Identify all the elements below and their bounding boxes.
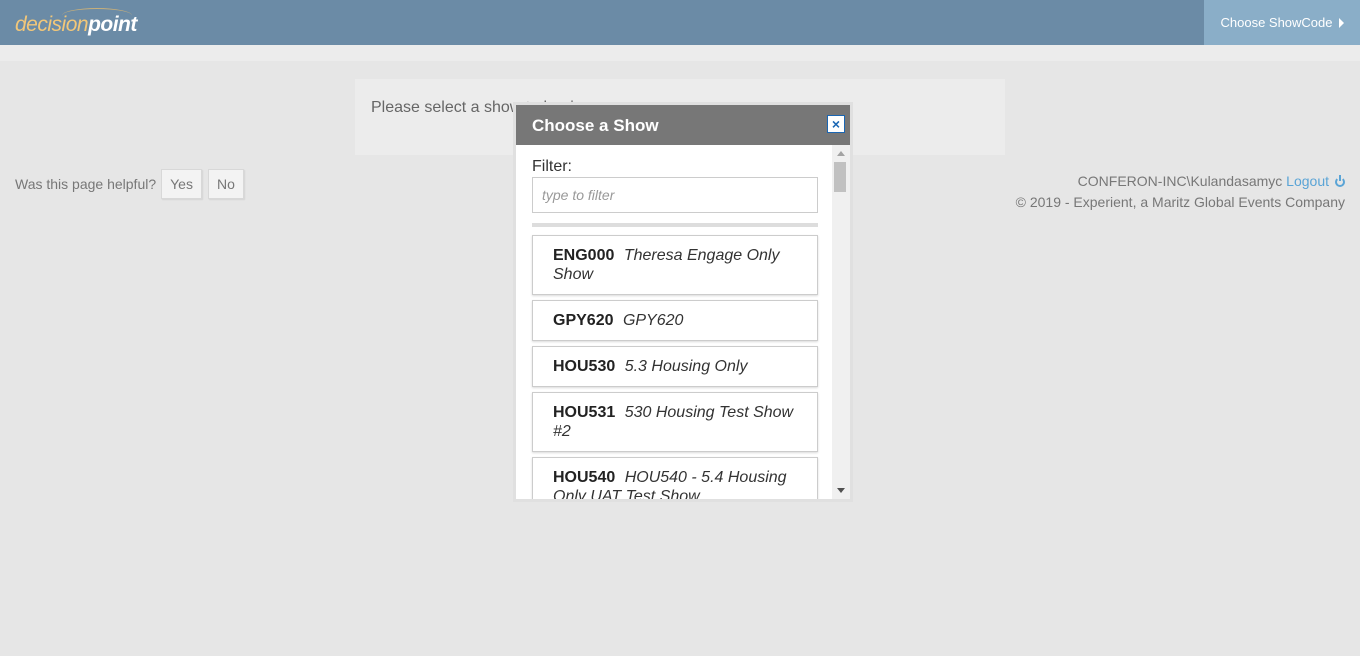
scroll-up-arrow-icon[interactable] bbox=[837, 151, 845, 156]
show-item[interactable]: ENG000 Theresa Engage Only Show bbox=[532, 235, 818, 295]
show-code: HOU540 bbox=[553, 469, 616, 486]
choose-show-modal: Choose a Show × Filter: ENG000 Theresa E… bbox=[513, 102, 853, 502]
show-item[interactable]: HOU540 HOU540 - 5.4 Housing Only UAT Tes… bbox=[532, 457, 818, 499]
show-item[interactable]: HOU531 530 Housing Test Show #2 bbox=[532, 392, 818, 452]
copyright-text: © 2019 - Experient, a Maritz Global Even… bbox=[1015, 194, 1345, 210]
choose-showcode-label: Choose ShowCode bbox=[1220, 15, 1333, 30]
sub-header-strip bbox=[0, 45, 1360, 61]
footer-info: CONFERON-INC\Kulandasamyc Logout © 2019 … bbox=[1016, 171, 1345, 213]
power-icon[interactable] bbox=[1335, 175, 1345, 187]
decisionpoint-logo[interactable]: decisionpoint bbox=[15, 12, 137, 38]
choose-showcode-button[interactable]: Choose ShowCode bbox=[1204, 0, 1360, 45]
show-code: ENG000 bbox=[553, 247, 615, 264]
show-item[interactable]: GPY620 GPY620 bbox=[532, 300, 818, 341]
modal-header: Choose a Show × bbox=[516, 105, 850, 145]
current-user: CONFERON-INC\Kulandasamyc bbox=[1077, 173, 1283, 189]
modal-title: Choose a Show bbox=[532, 116, 659, 135]
caret-right-icon bbox=[1338, 17, 1344, 28]
logo-text-part1: decision bbox=[15, 13, 89, 36]
show-name: 5.3 Housing Only bbox=[624, 358, 748, 375]
user-line: CONFERON-INC\Kulandasamyc Logout bbox=[1016, 171, 1345, 192]
modal-body: Filter: ENG000 Theresa Engage Only Show … bbox=[516, 145, 832, 499]
show-item[interactable]: HOU530 5.3 Housing Only bbox=[532, 346, 818, 387]
feedback-yes-button[interactable]: Yes bbox=[161, 169, 202, 199]
feedback-bar: Was this page helpful? Yes No bbox=[15, 169, 244, 199]
scrollbar-thumb[interactable] bbox=[834, 162, 846, 192]
show-code: HOU530 bbox=[553, 358, 616, 375]
close-icon[interactable]: × bbox=[827, 115, 845, 133]
filter-label: Filter: bbox=[532, 158, 572, 175]
show-code: GPY620 bbox=[553, 312, 614, 329]
filter-divider bbox=[532, 223, 818, 227]
show-name: GPY620 bbox=[622, 312, 684, 329]
feedback-no-button[interactable]: No bbox=[207, 169, 244, 199]
scroll-down-arrow-icon[interactable] bbox=[837, 488, 845, 493]
show-list: ENG000 Theresa Engage Only Show GPY620 G… bbox=[532, 235, 818, 499]
filter-input[interactable] bbox=[532, 177, 818, 213]
logout-link[interactable]: Logout bbox=[1286, 173, 1329, 189]
feedback-question: Was this page helpful? bbox=[15, 176, 157, 192]
show-code: HOU531 bbox=[553, 404, 616, 421]
modal-scrollbar[interactable] bbox=[832, 145, 850, 499]
logo-text-part2: point bbox=[88, 13, 137, 36]
top-navbar: decisionpoint Choose ShowCode bbox=[0, 0, 1360, 45]
